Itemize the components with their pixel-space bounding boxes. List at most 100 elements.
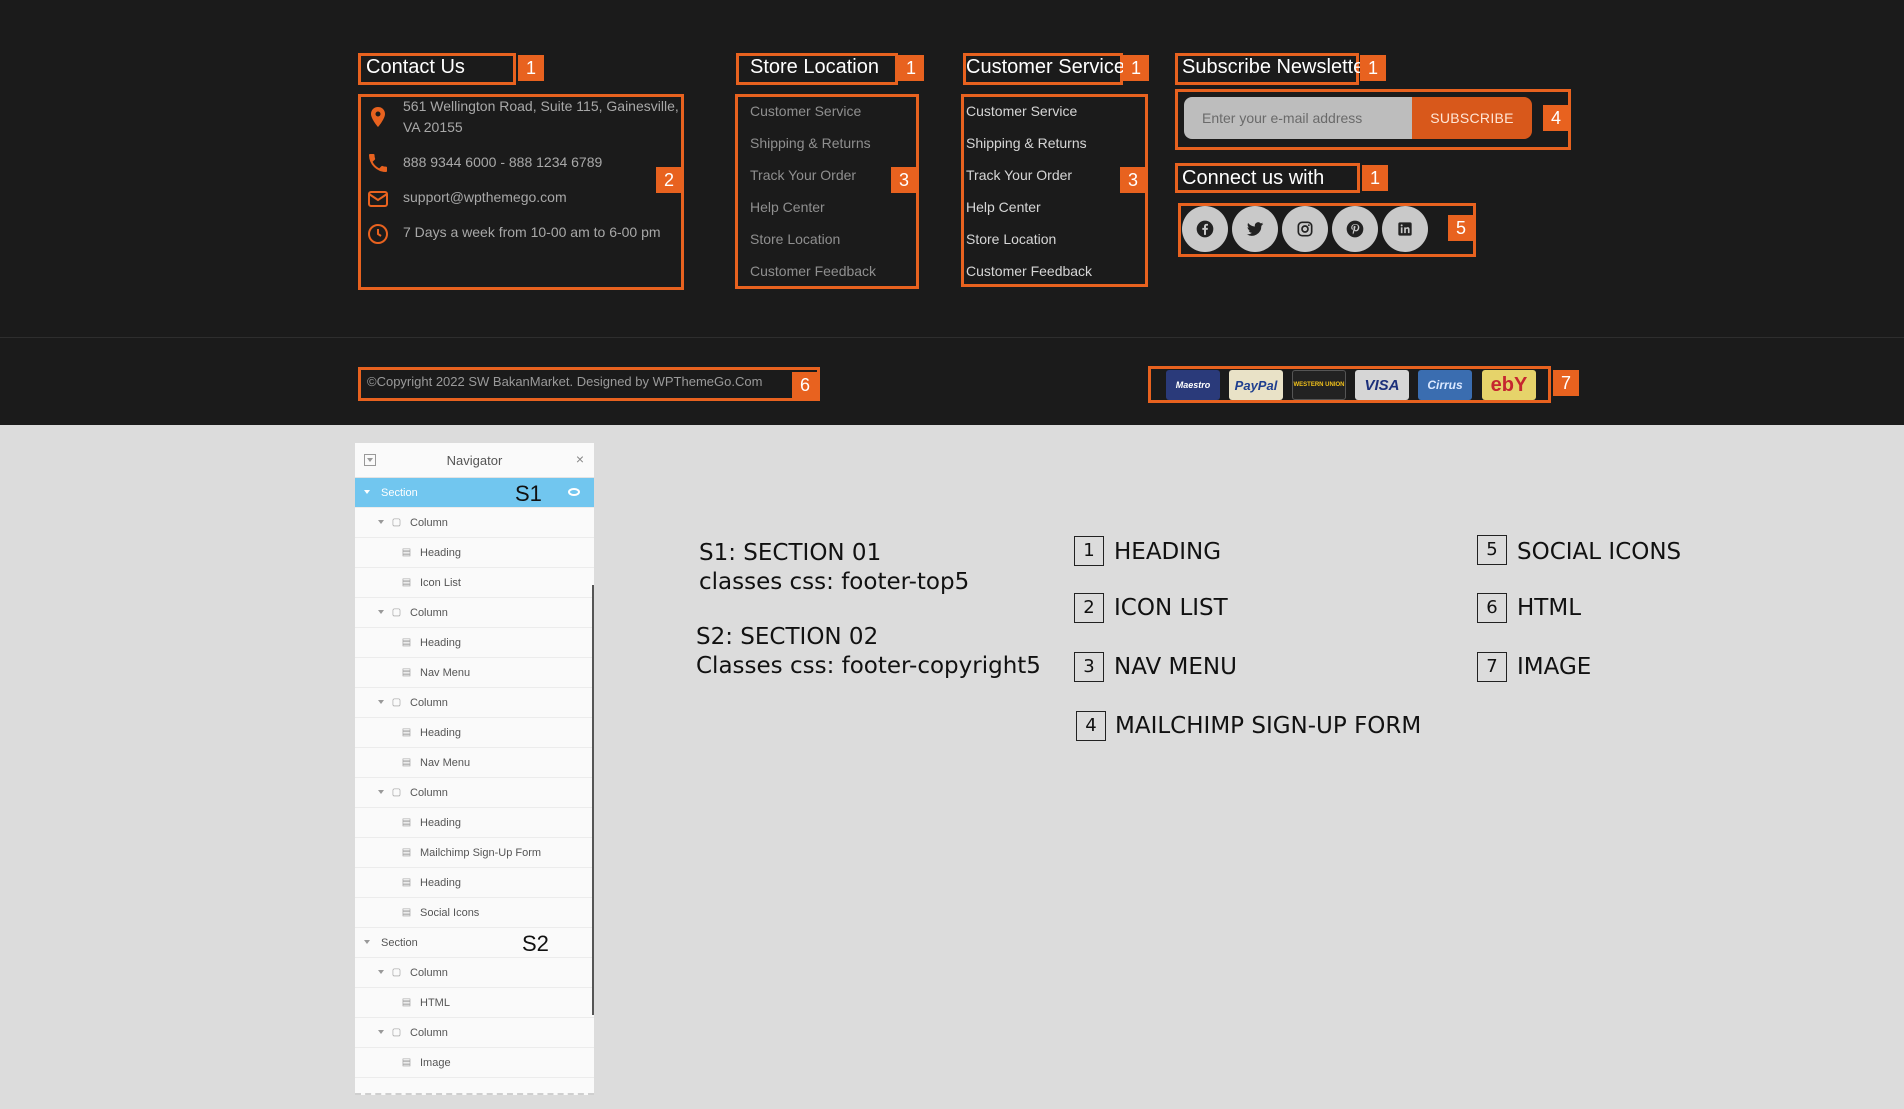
customer-service-heading: Customer Service	[966, 56, 1125, 78]
heading-badge: 1	[1362, 165, 1388, 191]
service-nav-item[interactable]: Customer Service	[966, 103, 1077, 119]
connect-heading: Connect us with	[1182, 167, 1325, 189]
newsletter-email-input[interactable]: Enter your e-mail address	[1184, 97, 1412, 139]
navigator-column-row[interactable]: ▢ Column	[355, 778, 594, 808]
navigator-row-label: Column	[410, 967, 448, 979]
footer-copyright-section	[0, 337, 1904, 425]
contact-phone: 888 9344 6000 - 888 1234 6789	[403, 154, 603, 170]
navigator-row-label: Icon List	[420, 577, 461, 589]
contact-email[interactable]: support@wpthemego.com	[403, 187, 683, 208]
widget-icon: ▤	[401, 1057, 412, 1068]
navigator-widget-row[interactable]: ▤ Nav Menu	[355, 658, 594, 688]
navigator-row-label: Nav Menu	[420, 667, 471, 679]
eye-icon[interactable]	[568, 488, 580, 496]
navigator-column-row[interactable]: ▢ Column	[355, 598, 594, 628]
store-nav-item[interactable]: Shipping & Returns	[750, 135, 871, 151]
navigator-widget-row[interactable]: ▤ HTML	[355, 988, 594, 1018]
chevron-down-icon[interactable]	[378, 970, 384, 974]
navigator-row-label: Column	[410, 1027, 448, 1039]
legend-label: MAILCHIMP SIGN-UP FORM	[1115, 713, 1422, 739]
service-nav-item[interactable]: Track Your Order	[966, 167, 1072, 183]
chevron-down-icon[interactable]	[364, 490, 370, 494]
navigator-row-label: Column	[410, 697, 448, 709]
twitter-icon[interactable]	[1232, 206, 1278, 252]
store-nav-item[interactable]: Customer Feedback	[750, 263, 876, 279]
navigator-row-label: Image	[420, 1057, 451, 1069]
clock-icon	[368, 224, 388, 244]
navigator-panel: Navigator × Section S1 ▢ Column ▤ Heading ▤ Ico…	[355, 443, 594, 1095]
navigator-widget-row[interactable]: ▤ Heading	[355, 718, 594, 748]
pinterest-icon[interactable]	[1332, 206, 1378, 252]
store-nav-item[interactable]: Store Location	[750, 231, 840, 247]
maestro-logo: Maestro	[1166, 370, 1220, 400]
legend-num: 6	[1477, 593, 1507, 623]
navigator-row-label: Heading	[420, 547, 461, 559]
navigator-widget-row[interactable]: ▤ Social Icons	[355, 898, 594, 928]
footer-top-section	[0, 0, 1904, 337]
facebook-icon[interactable]	[1182, 206, 1228, 252]
western-union-logo: WESTERN UNION	[1292, 370, 1346, 400]
navigator-widget-row[interactable]: ▤ Nav Menu	[355, 748, 594, 778]
navigator-widget-row[interactable]: ▤ Heading	[355, 868, 594, 898]
navigator-row-label: Section	[381, 937, 418, 949]
navigator-widget-row[interactable]: ▤ Heading	[355, 538, 594, 568]
column-icon: ▢	[391, 607, 402, 618]
navigator-section-row[interactable]: Section S2	[355, 928, 594, 958]
navigator-row-label: Section	[381, 487, 418, 499]
heading-badge: 1	[1360, 55, 1386, 81]
navigator-column-row[interactable]: ▢ Column	[355, 688, 594, 718]
navigator-column-row[interactable]: ▢ Column	[355, 958, 594, 988]
chevron-down-icon[interactable]	[364, 940, 370, 944]
navigator-widget-row[interactable]: ▤ Image	[355, 1048, 594, 1078]
widget-icon: ▤	[401, 877, 412, 888]
service-nav-item[interactable]: Customer Feedback	[966, 263, 1092, 279]
navigator-section-row[interactable]: Section S1	[355, 478, 594, 508]
contact-heading: Contact Us	[366, 56, 465, 78]
chevron-down-icon[interactable]	[378, 1030, 384, 1034]
store-nav-item[interactable]: Track Your Order	[750, 167, 856, 183]
instagram-icon[interactable]	[1282, 206, 1328, 252]
section-tag: S1	[515, 481, 542, 506]
column-icon: ▢	[391, 517, 402, 528]
chevron-down-icon[interactable]	[378, 790, 384, 794]
nav-menu-badge: 3	[891, 167, 917, 193]
widget-icon: ▤	[401, 577, 412, 588]
navigator-widget-row[interactable]: ▤ Heading	[355, 628, 594, 658]
social-badge: 5	[1448, 215, 1474, 241]
navigator-column-row[interactable]: ▢ Column	[355, 508, 594, 538]
navigator-widget-row[interactable]: ▤ Icon List	[355, 568, 594, 598]
legend-num: 5	[1477, 535, 1507, 565]
chevron-down-icon[interactable]	[378, 700, 384, 704]
chevron-down-icon[interactable]	[378, 520, 384, 524]
service-nav-item[interactable]: Store Location	[966, 231, 1056, 247]
legend-label: ICON LIST	[1114, 595, 1228, 621]
mailchimp-badge: 4	[1543, 105, 1569, 131]
navigator-widget-row[interactable]: ▤ Mailchimp Sign-Up Form	[355, 838, 594, 868]
ebay-logo: ebY	[1482, 370, 1536, 400]
store-nav-item[interactable]: Help Center	[750, 199, 825, 215]
service-nav-item[interactable]: Help Center	[966, 199, 1041, 215]
navigator-row-label: Nav Menu	[420, 757, 471, 769]
column-icon: ▢	[391, 967, 402, 978]
navigator-column-row[interactable]: ▢ Column	[355, 1018, 594, 1048]
navigator-widget-row[interactable]: ▤ Heading	[355, 808, 594, 838]
legend-label: HTML	[1517, 595, 1582, 621]
linkedin-icon[interactable]	[1382, 206, 1428, 252]
navigator-row-label: Social Icons	[420, 907, 480, 919]
column-icon: ▢	[391, 787, 402, 798]
heading-badge: 1	[518, 55, 544, 81]
chevron-down-icon[interactable]	[378, 610, 384, 614]
contact-address: 561 Wellington Road, Suite 115, Gainesvi…	[403, 98, 679, 135]
navigator-row-label: Heading	[420, 817, 461, 829]
subscribe-button[interactable]: SUBSCRIBE	[1412, 97, 1532, 139]
cirrus-logo: Cirrus	[1418, 370, 1472, 400]
close-icon[interactable]: ×	[576, 451, 584, 467]
store-nav-item[interactable]: Customer Service	[750, 103, 861, 119]
widget-icon: ▤	[401, 727, 412, 738]
navigator-scrollbar[interactable]	[592, 585, 594, 1015]
image-badge: 7	[1553, 370, 1579, 396]
service-nav-item[interactable]: Shipping & Returns	[966, 135, 1087, 151]
widget-icon: ▤	[401, 907, 412, 918]
store-location-heading: Store Location	[750, 56, 879, 78]
widget-icon: ▤	[401, 847, 412, 858]
